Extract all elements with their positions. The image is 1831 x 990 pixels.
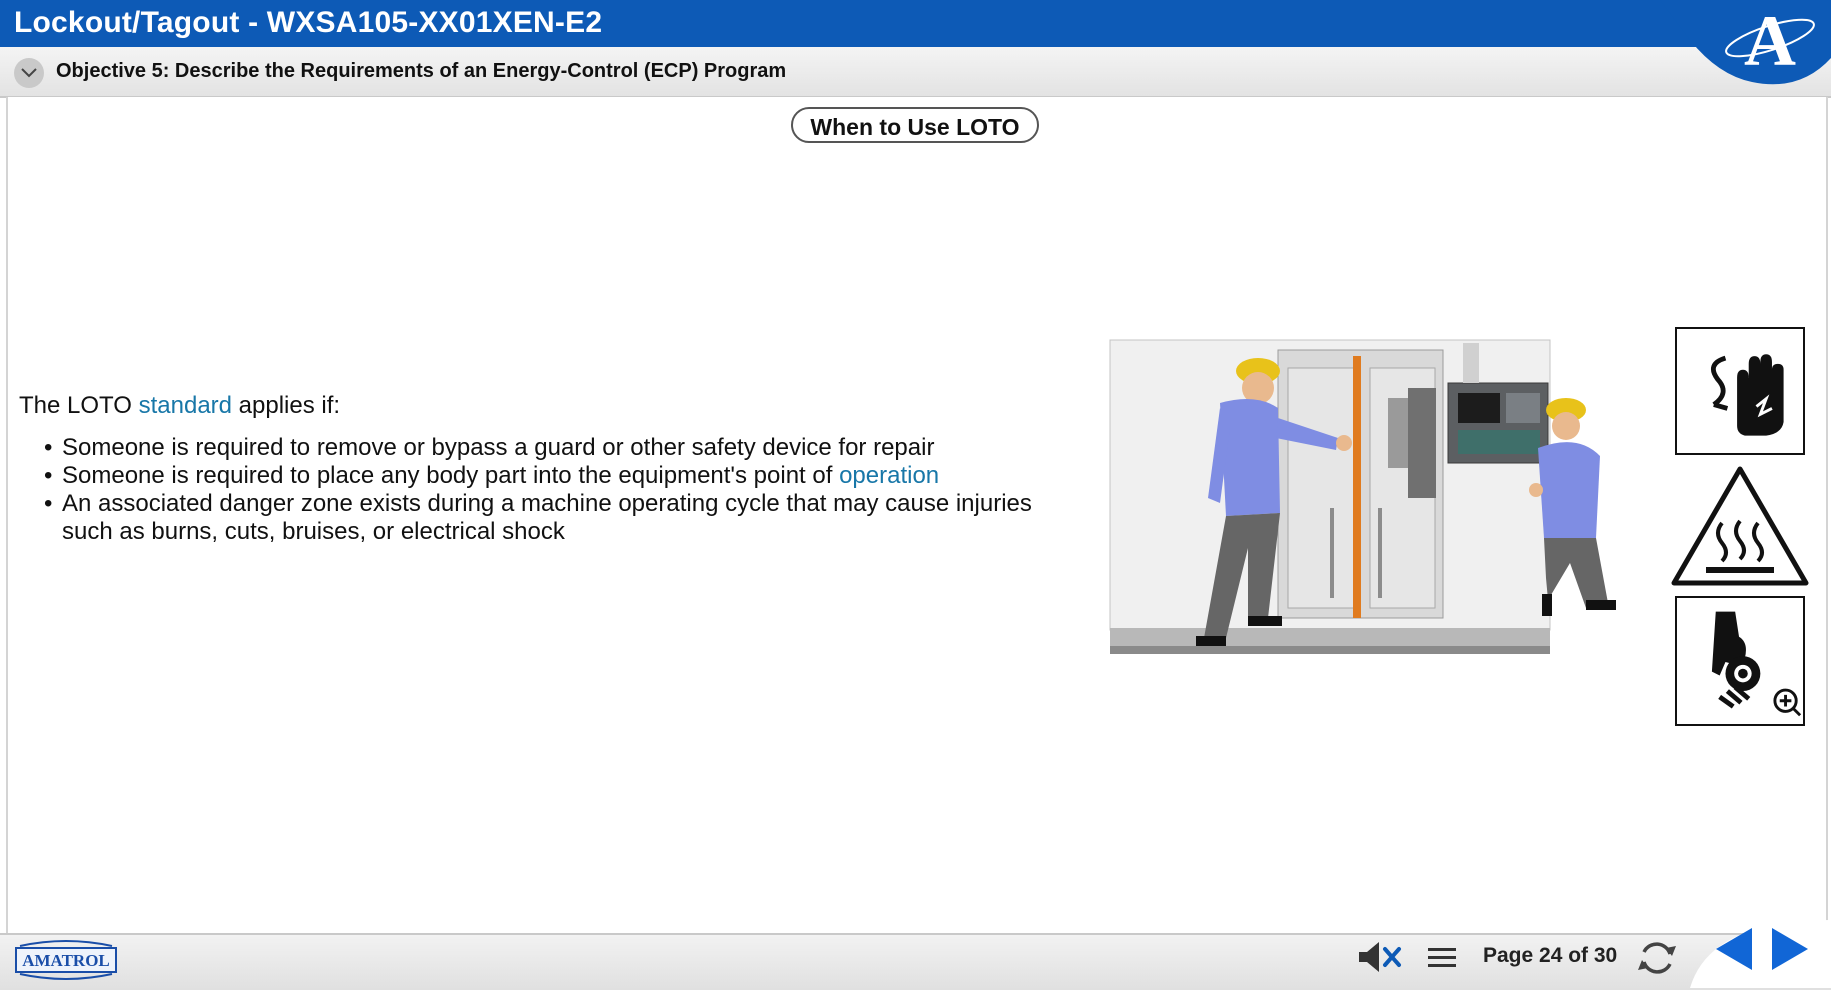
standard-link[interactable]: standard [139, 392, 232, 419]
mute-icon[interactable] [1357, 940, 1403, 974]
list-item: • Someone is required to remove or bypass… [44, 434, 935, 461]
refresh-icon[interactable] [1636, 938, 1678, 978]
amatrol-a-logo-icon: A [1660, 0, 1831, 85]
page-indicator: Page 24 of 30 [1483, 944, 1618, 967]
prev-button[interactable] [1712, 924, 1756, 974]
intro-text: The LOTO standard applies if: [19, 392, 341, 419]
window-title: Lockout/Tagout - WXSA105-XX01XEN-E2 [14, 6, 603, 39]
entanglement-hand-roller-icon [1675, 596, 1805, 726]
title-bar: Lockout/Tagout - WXSA105-XX01XEN-E2 [0, 0, 1831, 47]
hot-surface-warning-icon [1670, 463, 1810, 589]
operation-link[interactable]: operation [839, 462, 939, 489]
objective-title: Objective 5: Describe the Requirements o… [56, 60, 787, 82]
list-item: • Someone is required to place any body p… [44, 462, 940, 489]
section-title: When to Use LOTO [791, 107, 1039, 143]
next-arrow-icon [1772, 928, 1808, 970]
menu-icon[interactable] [1426, 944, 1458, 972]
amatrol-logo-icon: AMATROL [15, 940, 117, 980]
next-button[interactable] [1768, 924, 1812, 974]
prev-arrow-icon [1716, 928, 1752, 970]
electric-shock-hand-icon [1675, 327, 1805, 455]
bullet-list: • Someone is required to remove or bypass… [44, 434, 1084, 546]
objective-expand-button[interactable] [14, 58, 44, 88]
logo-letter: A [1744, 1, 1796, 81]
machine-workers-illustration [1109, 339, 1616, 654]
list-item: • An associated danger zone exists during… [44, 490, 1032, 545]
chevron-down-icon [21, 68, 37, 78]
brand-name: AMATROL [22, 951, 110, 970]
